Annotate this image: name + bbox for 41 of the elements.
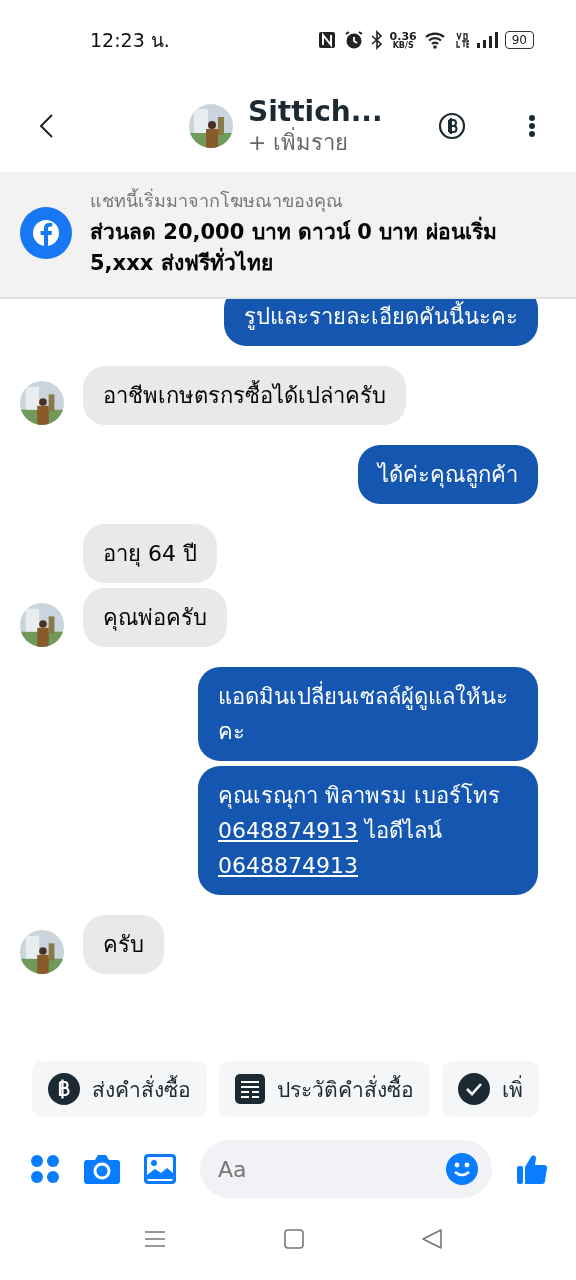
- quick-reply-chip[interactable]: ส่งคำสั่งซื้อ: [32, 1061, 207, 1117]
- battery-indicator: 90: [504, 31, 534, 49]
- status-time: 12:23 น.: [90, 28, 170, 53]
- message-bubble: คุณพ่อครับ: [83, 588, 227, 647]
- ad-caption: แชทนี้เริ่มมาจากโฆษณาของคุณ: [90, 187, 343, 214]
- speed-unit: KB/S: [392, 41, 414, 50]
- home-icon[interactable]: [284, 1229, 304, 1249]
- more-icon[interactable]: [528, 114, 536, 138]
- message-bubble: อายุ 64 ปี: [83, 524, 217, 583]
- camera-icon[interactable]: [84, 1154, 120, 1184]
- message-bubble: รูปและรายละเอียดคันนี้นะคะ: [224, 299, 538, 346]
- check-icon: [458, 1073, 490, 1105]
- baht-icon[interactable]: [438, 112, 466, 140]
- emoji-icon[interactable]: [446, 1153, 478, 1185]
- back-nav-icon[interactable]: [422, 1229, 442, 1249]
- phone-link[interactable]: 0648874913: [218, 818, 358, 843]
- speed-value: 0.36: [389, 30, 417, 42]
- menu-icon[interactable]: [144, 1229, 166, 1249]
- message-bubble: แอดมินเปลี่ยนเซลล์ผู้ดูแลให้นะคะ: [198, 667, 538, 761]
- add-nickname-link[interactable]: + เพิ่มราย: [248, 129, 349, 157]
- bluetooth-icon: [370, 30, 383, 50]
- message-bubble: อาชีพเกษตรกรซื้อได้เปล่าครับ: [83, 366, 406, 425]
- message-bubble: ครับ: [83, 915, 164, 974]
- volte-icon: [454, 30, 469, 50]
- quick-reply-chip[interactable]: ประวัติคำสั่งซื้อ: [219, 1061, 430, 1117]
- list-icon: [235, 1074, 265, 1104]
- message-bubble: คุณเรณุกา พิลาพรม เบอร์โทร 0648874913 ไอดีไลน์ 0648874913: [198, 766, 538, 895]
- ad-title: ส่วนลด 20,000 บาท ดาวน์ 0 บาท ผ่อนเริ่ม 5,xxx ส่งฟรีทั่วไทย: [90, 217, 556, 279]
- back-icon[interactable]: [38, 113, 54, 139]
- facebook-icon: [20, 206, 72, 259]
- nfc-icon: [316, 30, 337, 50]
- quick-reply-chip[interactable]: เพิ่: [442, 1061, 539, 1117]
- signal-icon: [475, 31, 498, 49]
- alarm-icon: [343, 30, 364, 50]
- baht-icon: [48, 1073, 80, 1105]
- message-input[interactable]: Aa: [200, 1140, 492, 1198]
- ad-banner[interactable]: แชทนี้เริ่มมาจากโฆษณาของคุณ ส่วนลด 20,000 บาท ดาวน์ 0 บาท ผ่อนเริ่ม 5,xxx ส่งฟรีทั่วไทย: [0, 172, 576, 299]
- image-icon[interactable]: [144, 1154, 176, 1184]
- apps-icon[interactable]: [30, 1154, 60, 1184]
- phone-link[interactable]: 0648874913: [218, 853, 358, 878]
- message-bubble: ได้ค่ะคุณลูกค้า: [358, 445, 538, 504]
